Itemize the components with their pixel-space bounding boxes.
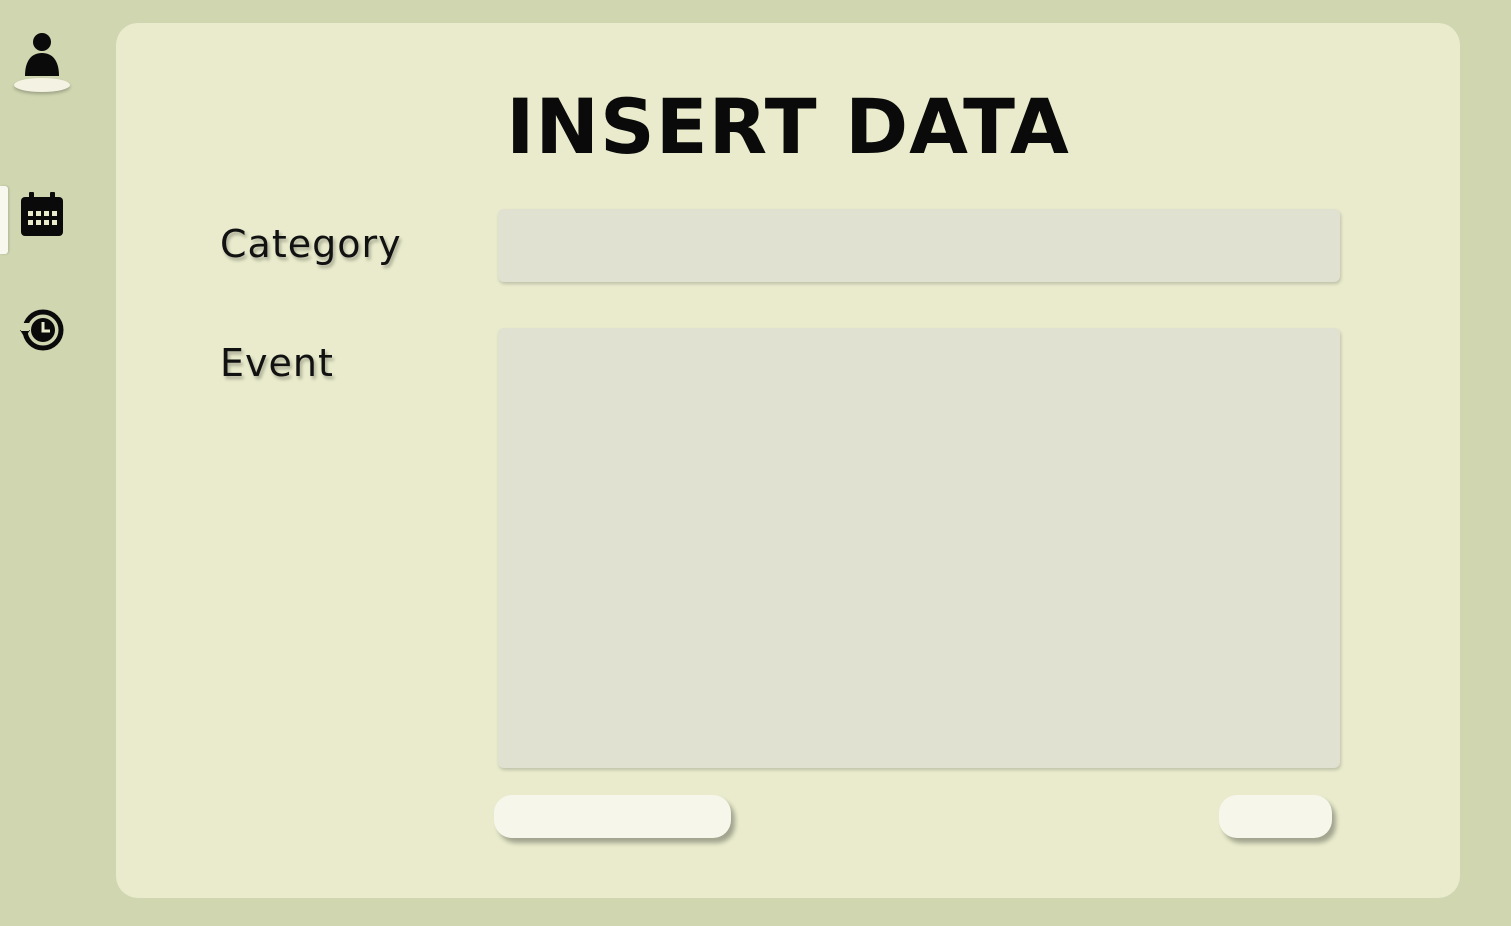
- user-icon: [25, 33, 59, 76]
- calendar-icon: [21, 192, 63, 236]
- active-nav-indicator: [0, 186, 8, 254]
- profile-button[interactable]: [14, 33, 70, 96]
- avatar-base: [14, 78, 70, 92]
- right-action-button[interactable]: [1219, 795, 1332, 838]
- sidebar-item-calendar[interactable]: [18, 190, 66, 238]
- category-label: Category: [220, 222, 402, 266]
- sidebar-item-history[interactable]: [18, 305, 66, 353]
- event-label: Event: [220, 341, 334, 385]
- history-icon: [20, 309, 64, 351]
- left-action-button[interactable]: [494, 795, 731, 838]
- category-input[interactable]: [498, 209, 1340, 282]
- insert-data-panel: INSERT DATA Category Event: [116, 23, 1460, 898]
- sidebar: [0, 0, 84, 926]
- event-textarea[interactable]: [498, 328, 1340, 768]
- page-title: INSERT DATA: [506, 82, 1070, 171]
